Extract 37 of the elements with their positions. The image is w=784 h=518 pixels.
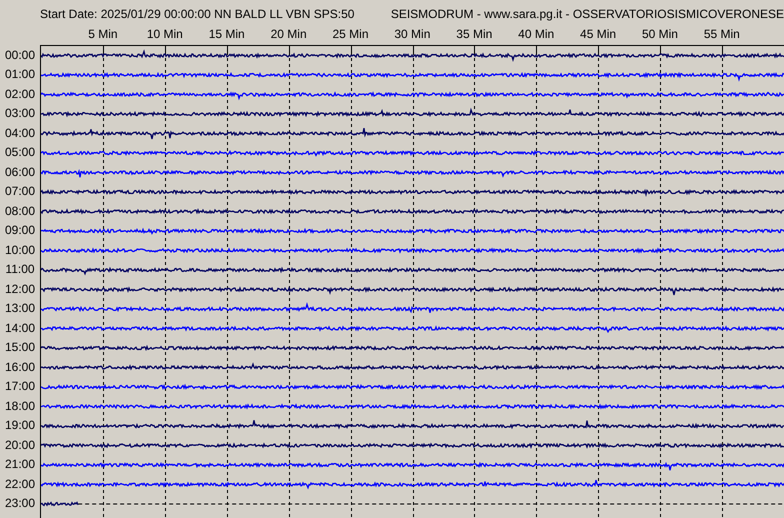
hour-label: 11:00 bbox=[5, 263, 35, 276]
minute-label: 35 Min bbox=[456, 26, 492, 42]
hour-label: 09:00 bbox=[4, 224, 36, 236]
hour-label: 04:00 bbox=[4, 126, 36, 139]
hour-label: 18:00 bbox=[4, 400, 36, 412]
hour-label: 16:00 bbox=[4, 360, 36, 373]
minute-label: 50 Min bbox=[642, 26, 678, 42]
minute-label: 25 Min bbox=[332, 26, 369, 42]
start-date-text: Start Date: 2025/01/29 00:00:00 NN BALD LL VBN SPS:50 bbox=[40, 6, 356, 22]
hour-label: 03:00 bbox=[4, 107, 36, 120]
chart-title: SEISMODRUM - www.sara.pg.it - OSSERVATORIOSISMICOVERONESE bbox=[390, 6, 784, 22]
hour-label: 10:00 bbox=[4, 244, 36, 256]
minute-label: 55 Min bbox=[704, 26, 740, 42]
hour-label: 22:00 bbox=[4, 478, 36, 490]
hour-label: 21:00 bbox=[4, 458, 36, 470]
hour-label: 14:00 bbox=[4, 322, 36, 334]
minute-label: 20 Min bbox=[270, 26, 307, 42]
hour-label: 19:00 bbox=[4, 419, 36, 432]
hour-label: 00:00 bbox=[4, 48, 36, 61]
minute-label: 10 Min bbox=[146, 26, 183, 42]
minute-label: 5 Min bbox=[88, 26, 118, 42]
hour-label: 05:00 bbox=[4, 146, 36, 158]
hour-label: 02:00 bbox=[4, 88, 36, 100]
minute-label: 45 Min bbox=[580, 26, 616, 42]
hour-label: 01:00 bbox=[4, 68, 36, 80]
hour-label: 20:00 bbox=[4, 438, 36, 451]
minute-label: 15 Min bbox=[208, 26, 245, 42]
minute-label: 40 Min bbox=[518, 26, 554, 42]
hour-label: 06:00 bbox=[4, 166, 36, 178]
hour-label: 17:00 bbox=[4, 380, 36, 392]
hour-label: 13:00 bbox=[4, 302, 36, 314]
hour-label: 07:00 bbox=[4, 185, 36, 198]
hour-label: 08:00 bbox=[4, 204, 36, 217]
hour-label: 12:00 bbox=[4, 282, 36, 295]
hour-label: 23:00 bbox=[4, 497, 36, 510]
minute-label: 30 Min bbox=[394, 26, 430, 42]
hour-label: 15:00 bbox=[4, 341, 36, 354]
